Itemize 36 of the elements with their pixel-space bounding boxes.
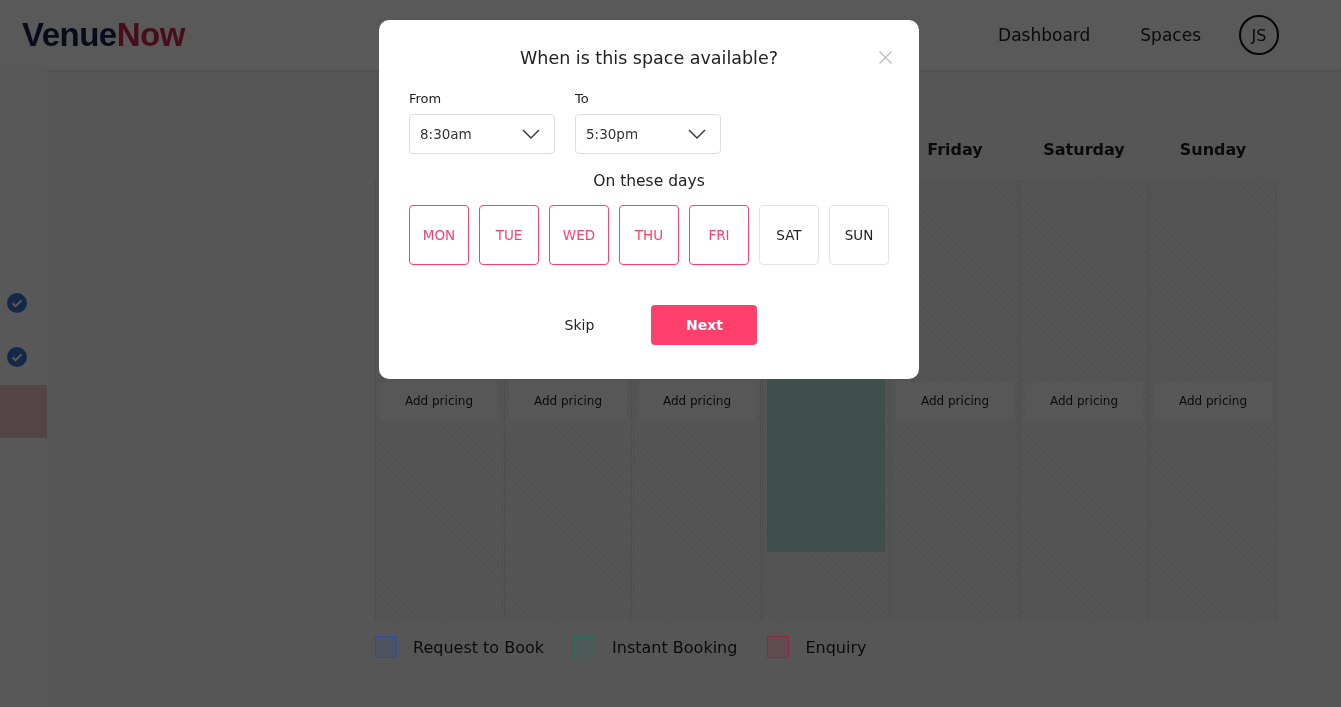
dialog-title: When is this space available? <box>519 47 779 70</box>
logo[interactable]: VenueNow <box>22 16 185 54</box>
day-heading: Saturday <box>1043 140 1125 159</box>
field-label: From <box>409 91 443 106</box>
day-toggle[interactable]: THU <box>619 205 679 265</box>
field-label: To <box>575 91 590 106</box>
add-pricing-button[interactable]: Add pricing <box>896 382 1014 420</box>
legend-label: Enquiry <box>805 637 867 657</box>
legend-label: Instant Booking <box>612 637 738 657</box>
add-pricing-button[interactable]: Add pricing <box>1154 382 1272 420</box>
add-pricing-button[interactable]: Add pricing <box>509 382 627 420</box>
day-toggle[interactable]: MON <box>409 205 469 265</box>
add-pricing-button[interactable]: Add pricing <box>638 382 756 420</box>
add-pricing-button[interactable]: Add pricing <box>380 382 498 420</box>
days-label: On these days <box>592 172 706 190</box>
check-circle-icon <box>7 293 27 313</box>
check-circle-icon <box>7 347 27 367</box>
day-toggle[interactable]: FRI <box>689 205 749 265</box>
user-avatar[interactable]: JS <box>1239 15 1279 55</box>
day-toggle[interactable]: TUE <box>479 205 539 265</box>
day-heading: Friday <box>927 140 983 159</box>
day-toggle[interactable]: SUN <box>829 205 889 265</box>
time-dropdown[interactable]: 8:30am <box>409 114 555 154</box>
chevron-down-icon <box>522 129 540 139</box>
nav-link[interactable]: Spaces <box>1140 25 1201 45</box>
day-toggle[interactable]: WED <box>549 205 609 265</box>
nav-link[interactable]: Dashboard <box>998 25 1091 45</box>
chevron-down-icon <box>688 129 706 139</box>
time-dropdown[interactable]: 5:30pm <box>575 114 721 154</box>
day-toggle[interactable]: SAT <box>759 205 819 265</box>
add-pricing-button[interactable]: Add pricing <box>1025 382 1143 420</box>
next-button[interactable]: Next <box>651 305 758 345</box>
skip-button[interactable]: Skip <box>560 313 599 337</box>
day-heading: Sunday <box>1179 140 1247 159</box>
legend-label: Request to Book <box>413 637 545 657</box>
close-icon[interactable] <box>879 51 892 64</box>
